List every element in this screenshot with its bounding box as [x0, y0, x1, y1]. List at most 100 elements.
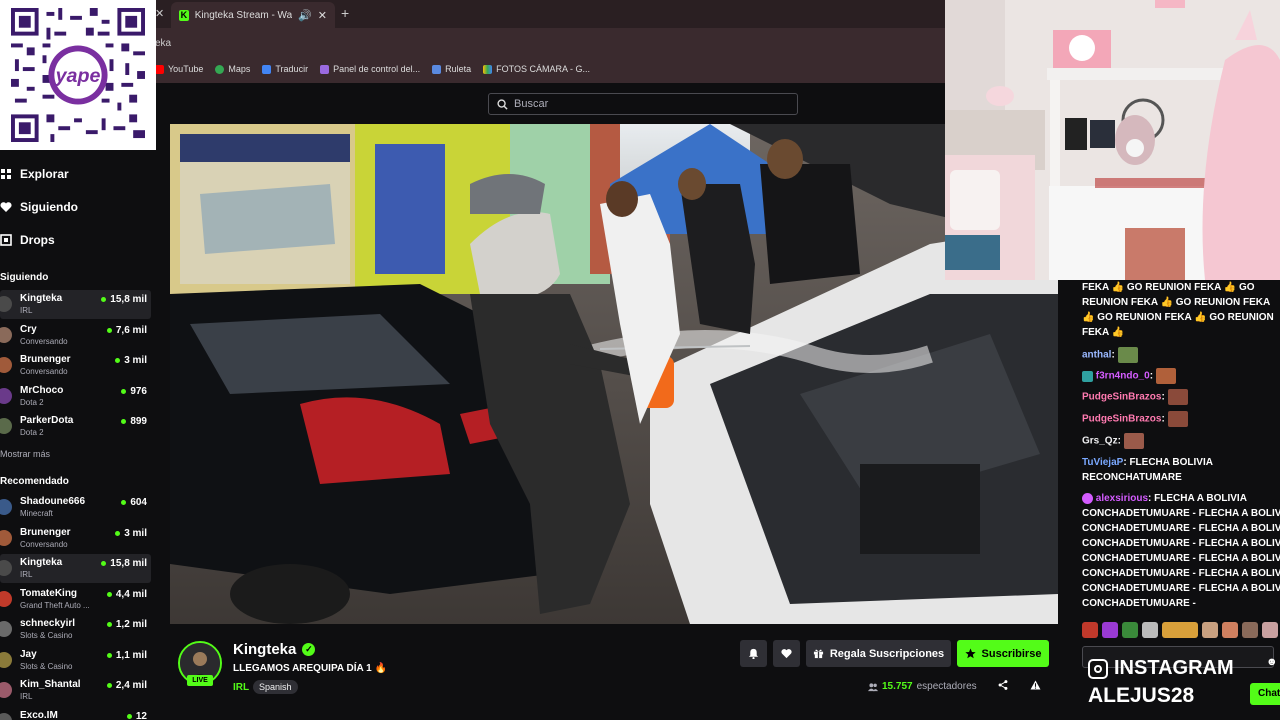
emote-icon[interactable]: [1102, 622, 1118, 638]
language-tag[interactable]: Spanish: [253, 680, 298, 694]
channel-category: Conversando: [20, 539, 68, 549]
avatar: [0, 326, 12, 343]
channel-name: TomateKing: [20, 587, 78, 599]
channel-category: Minecraft: [20, 509, 53, 518]
nav-drops[interactable]: Drops: [0, 229, 55, 251]
live-dot-icon: [115, 358, 121, 363]
chat-username[interactable]: Grs_Qz: [1082, 436, 1118, 447]
sidebar-channel-kingteka[interactable]: Kingteka IRL 15,8 mil: [0, 554, 151, 583]
panel-icon: [320, 64, 330, 74]
stream-category[interactable]: IRL: [233, 682, 249, 693]
chat-username[interactable]: f3rn4ndo_0: [1096, 371, 1150, 382]
chat-username[interactable]: PudgeSinBrazos: [1082, 414, 1161, 425]
chat-username[interactable]: TuViejaP: [1082, 457, 1123, 468]
sidebar-channel-shadoune666[interactable]: Shadoune666 Minecraft 604: [0, 493, 151, 522]
address-text: eka: [155, 38, 172, 49]
channel-name[interactable]: Kingteka ✓: [233, 641, 316, 658]
show-more-link[interactable]: Mostrar más: [0, 449, 50, 459]
chat-panel: FEKA 👍 GO REUNION FEKA 👍 GO REUNION FEKA…: [1080, 280, 1280, 720]
search-icon: [497, 98, 508, 110]
emote-icon[interactable]: [1222, 622, 1238, 638]
close-icon[interactable]: ✕: [155, 7, 164, 20]
verified-icon: ✓: [302, 643, 316, 656]
avatar: [0, 387, 12, 404]
emote-icon[interactable]: [1242, 622, 1258, 638]
tab-title: Kingteka Stream - Watch L: [194, 9, 293, 21]
stream-title: LLEGAMOS AREQUIPA DÍA 1 🔥: [233, 663, 387, 674]
sidebar-channel-mrchoco[interactable]: MrChoco Dota 2 976: [0, 382, 151, 411]
search-input[interactable]: [514, 98, 784, 110]
sidebar-channel-cry[interactable]: Cry Conversando 7,6 mil: [0, 321, 151, 350]
new-tab-icon[interactable]: +: [341, 5, 349, 21]
tab-close-icon[interactable]: ✕: [318, 9, 327, 22]
bookmark-traducir[interactable]: Traducir: [262, 64, 308, 74]
chat-username[interactable]: alexsirious: [1096, 493, 1148, 504]
bookmark-ruleta[interactable]: Ruleta: [432, 64, 471, 74]
avatar: [0, 529, 12, 546]
avatar: [0, 418, 12, 434]
bookmarks-bar: YouTube Maps Traducir Panel de control d…: [155, 58, 945, 80]
viewer-count: 3 mil: [115, 355, 147, 366]
emote-icon[interactable]: [1122, 622, 1138, 638]
sidebar-channel-tomateking[interactable]: TomateKing Grand Theft Auto ... 4,4 mil: [0, 585, 151, 614]
report-icon[interactable]: [1030, 680, 1041, 693]
nav-siguiendo[interactable]: Siguiendo: [0, 196, 78, 218]
chat-username[interactable]: PudgeSinBrazos: [1082, 392, 1161, 403]
sidebar-channel-jay[interactable]: Jay Slots & Casino 1,1 mil: [0, 646, 151, 675]
badge-icon: [1082, 370, 1093, 382]
address-bar[interactable]: eka: [155, 30, 945, 56]
emote-icon[interactable]: [1162, 622, 1198, 638]
speaker-icon[interactable]: 🔊: [298, 9, 312, 22]
chat-line: FEKA 👍 GO REUNION FEKA 👍 GO: [1082, 282, 1255, 293]
heart-icon: [781, 649, 792, 659]
sidebar-channel-parkerdota[interactable]: ParkerDota Dota 2 899: [0, 412, 151, 441]
live-dot-icon: [101, 561, 107, 566]
channel-name: ParkerDota: [20, 415, 74, 426]
channel-name: Shadoune666: [20, 496, 86, 507]
chat-username[interactable]: anthal: [1082, 350, 1111, 361]
avatar: [0, 590, 12, 607]
avatar: [0, 499, 12, 515]
heart-icon: [0, 202, 12, 212]
sidebar-channel-brunenger[interactable]: Brunenger Conversando 3 mil: [0, 351, 151, 380]
channel-name: Kim_Shantal: [20, 679, 81, 690]
notification-button[interactable]: [740, 640, 767, 667]
video-player[interactable]: [170, 124, 1058, 624]
channel-category: Slots & Casino: [20, 631, 73, 640]
channel-name: Exco.IM: [20, 709, 58, 720]
bookmark-fotos[interactable]: FOTOS CÁMARA - G...: [483, 64, 590, 74]
sidebar-channel-exco-im[interactable]: Exco.IM 12: [0, 707, 151, 720]
follow-button[interactable]: [773, 640, 800, 667]
bookmark-panel[interactable]: Panel de control del...: [320, 64, 420, 74]
bell-icon: [748, 648, 759, 659]
bookmark-youtube[interactable]: YouTube: [155, 64, 203, 74]
browser-tab[interactable]: K Kingteka Stream - Watch L 🔊 ✕: [171, 2, 335, 28]
channel-category: Conversando: [20, 336, 68, 346]
search-box[interactable]: [488, 93, 798, 115]
emote-icon[interactable]: [1142, 622, 1158, 638]
left-sidebar: Explorar Siguiendo Drops Siguiendo Kingt…: [0, 150, 156, 720]
live-dot-icon: [106, 683, 112, 688]
emote-bar: [1082, 622, 1278, 638]
emote-icon[interactable]: [1202, 622, 1218, 638]
viewer-count: 3 mil: [115, 528, 147, 539]
sidebar-channel-schneckyirl[interactable]: schneckyirl Slots & Casino 1,2 mil: [0, 615, 151, 644]
share-icon[interactable]: [998, 680, 1008, 693]
sidebar-channel-kim-shantal[interactable]: Kim_Shantal IRL 2,4 mil: [0, 676, 151, 705]
chat-message: PudgeSinBrazos:: [1082, 389, 1280, 405]
sidebar-channel-brunenger[interactable]: Brunenger Conversando 3 mil: [0, 524, 151, 553]
emoji-icon[interactable]: ☻: [1266, 656, 1278, 668]
chat-line: CONCHADETUMUARE - FLECHA A BOLIVIA: [1082, 538, 1280, 549]
avatar: [0, 357, 12, 373]
subscribe-button[interactable]: Suscribirse: [957, 640, 1049, 667]
emote-icon[interactable]: [1262, 622, 1278, 638]
live-dot-icon: [106, 652, 112, 658]
channel-category: IRL: [20, 570, 33, 579]
emote-icon[interactable]: [1082, 622, 1098, 638]
bookmark-maps[interactable]: Maps: [215, 64, 250, 74]
sidebar-channel-kingteka[interactable]: Kingteka IRL 15,8 mil: [0, 290, 151, 319]
chat-send-button[interactable]: Chat: [1250, 683, 1280, 705]
chat-message: anthal:: [1082, 347, 1280, 363]
nav-explorar[interactable]: Explorar: [0, 163, 69, 185]
gift-subs-button[interactable]: Regala Suscripciones: [806, 640, 951, 667]
